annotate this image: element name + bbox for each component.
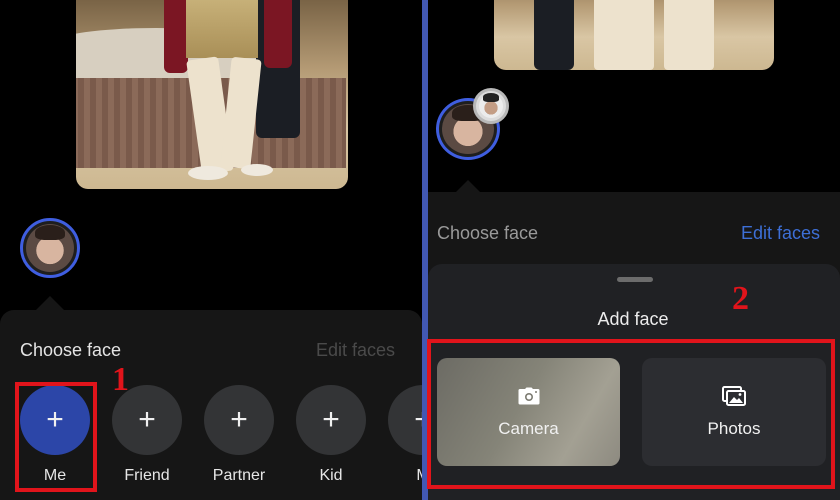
face-option-kid[interactable]: + Kid (291, 385, 371, 485)
choose-face-title: Choose face (437, 223, 539, 243)
face-option-partner[interactable]: + Partner (199, 385, 279, 485)
step-number-1: 1 (112, 361, 129, 398)
sheet-pointer (36, 296, 64, 310)
face-option-label: Partner (212, 467, 266, 484)
edit-faces-link[interactable]: Edit faces (741, 223, 820, 244)
secondary-face-avatar[interactable] (473, 88, 509, 124)
face-option-label: Friend (124, 467, 170, 484)
highlight-box-sources (427, 339, 835, 489)
photo-preview (494, 0, 774, 70)
step-number-2: 2 (732, 280, 749, 317)
choose-face-title: Choose face (20, 340, 122, 360)
highlight-box-me (15, 382, 97, 492)
sheet-drag-handle[interactable] (617, 277, 653, 282)
add-more-button[interactable]: + (388, 385, 422, 455)
add-kid-button[interactable]: + (296, 385, 366, 455)
face-option-label: Kid (319, 467, 343, 484)
face-option-more[interactable]: + M (383, 385, 422, 485)
selected-face-avatar[interactable] (20, 218, 80, 278)
add-partner-button[interactable]: + (204, 385, 274, 455)
face-option-label: M (383, 467, 422, 485)
add-face-title: Add face (597, 309, 669, 329)
face-option-friend[interactable]: + Friend (107, 385, 187, 485)
edit-faces-link[interactable]: Edit faces (316, 340, 395, 361)
photo-preview (76, 0, 348, 189)
